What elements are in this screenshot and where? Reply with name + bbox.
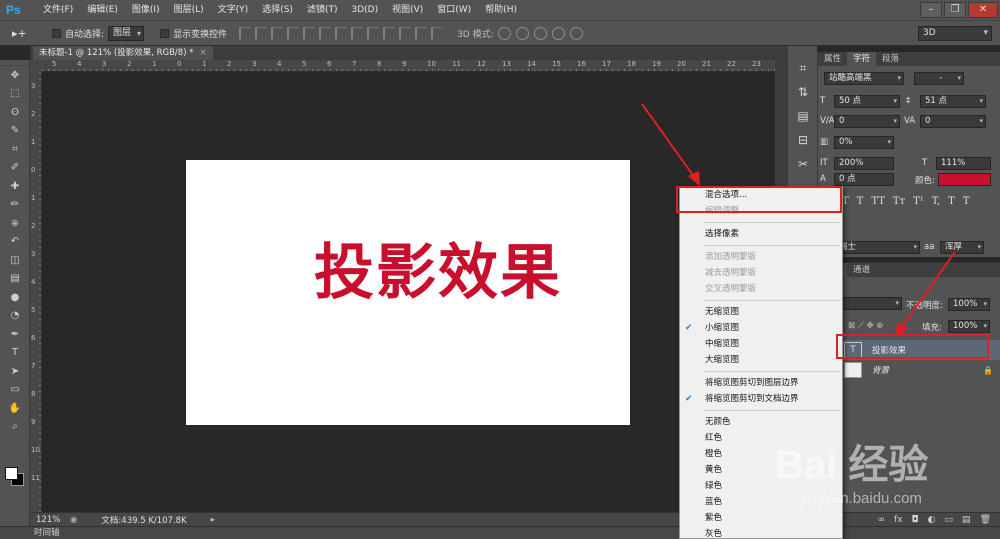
annotation-arrows bbox=[641, 103, 956, 336]
arrow-head-layer-icon bbox=[896, 322, 908, 336]
arrow-head-menu-icon bbox=[688, 171, 700, 186]
arrow-to-menu bbox=[641, 103, 696, 179]
foreground-color-swatch[interactable] bbox=[5, 467, 18, 480]
arrow-to-layer bbox=[900, 251, 956, 329]
